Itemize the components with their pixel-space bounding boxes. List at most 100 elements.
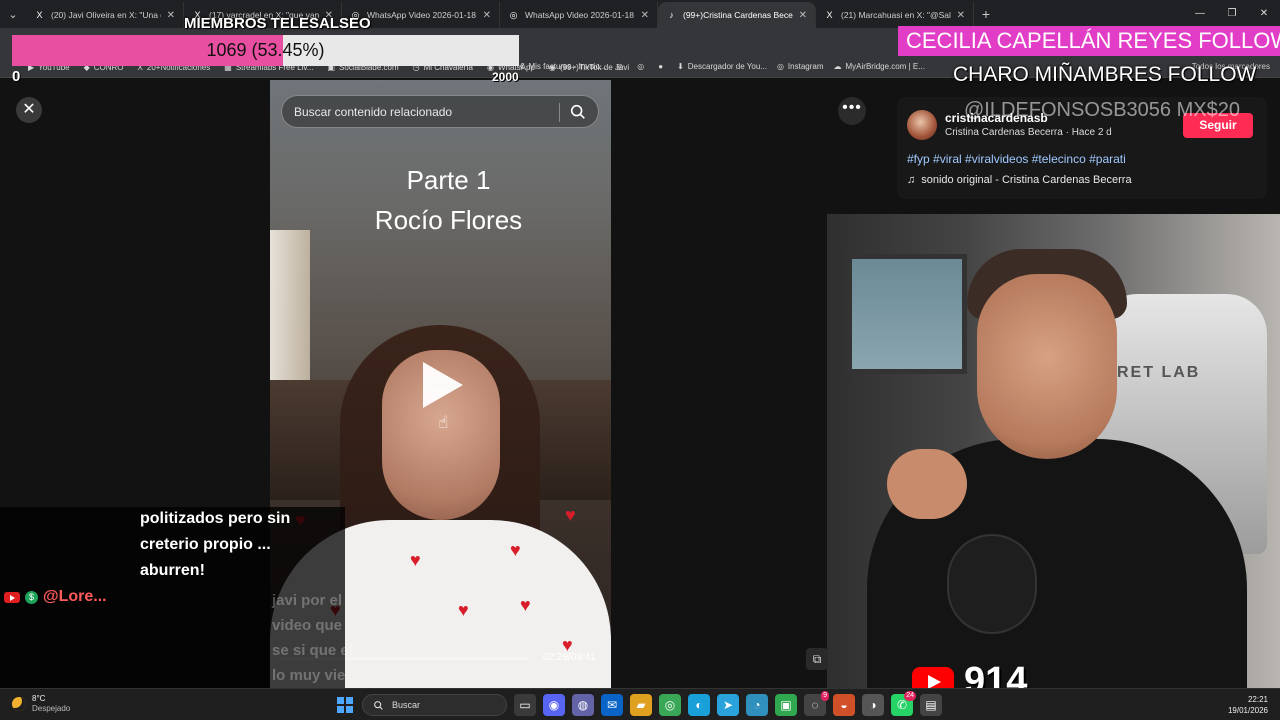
- tab-close-icon[interactable]: ✕: [641, 10, 649, 21]
- shirt-heart-icon: ♥: [565, 505, 576, 525]
- bookmark-item[interactable]: ◎ Instagram: [777, 62, 824, 71]
- bookmark-label: MyAirBridge.com | E...: [845, 62, 925, 71]
- bookmark-icon: ◎: [616, 62, 624, 71]
- taskbar-app-icon[interactable]: ◐: [688, 694, 710, 716]
- search-icon[interactable]: [569, 103, 587, 121]
- picture-in-picture-icon[interactable]: ⧉: [806, 648, 828, 670]
- app-glyph: ◍: [577, 698, 589, 712]
- browser-tab[interactable]: X (21) Marcahuasi en X: "@Salom ✕: [816, 2, 974, 28]
- browser-tab[interactable]: X (20) Javi Oliveira en X: "Una de ✕: [26, 2, 184, 28]
- taskbar-app-icon[interactable]: ◌ 9: [804, 691, 829, 716]
- taskbar-app-icon[interactable]: ➤: [717, 694, 739, 716]
- bookmarks-middle: € Mis facturas - Invoic... ◎ ◎ ● ⬇ Descargador…: [520, 62, 925, 71]
- hashtags[interactable]: #fyp #viral #viralvideos #telecinco #par…: [907, 152, 1126, 166]
- app-glyph: ◒: [840, 698, 848, 712]
- tab-favicon-icon: ◎: [509, 9, 518, 20]
- minimize-button[interactable]: —: [1184, 0, 1216, 28]
- app-glyph: ◎: [664, 698, 676, 712]
- video-time: 02:29/09:41: [543, 652, 596, 663]
- app-glyph: ✉: [606, 698, 618, 712]
- app-glyph: ◉: [548, 698, 560, 712]
- app-glyph: ◌: [811, 698, 819, 712]
- notification-badge: 24: [904, 691, 916, 701]
- music-note-icon: ♫: [907, 174, 916, 186]
- bookmark-label: Mis facturas - Invoic...: [528, 62, 607, 71]
- shirt-heart-icon: ♥: [410, 550, 421, 570]
- avatar[interactable]: [907, 110, 937, 140]
- taskbar-search[interactable]: Buscar: [362, 694, 507, 716]
- bookmark-icon: ⬇: [677, 62, 684, 71]
- tab-close-icon[interactable]: ✕: [483, 10, 491, 21]
- close-icon[interactable]: ✕: [16, 97, 42, 123]
- more-options-icon[interactable]: •••: [838, 97, 866, 125]
- moon-weather-icon: [12, 697, 26, 711]
- new-tab-button[interactable]: +: [974, 6, 998, 22]
- browser-tab[interactable]: ◎ WhatsApp Video 2026-01-18 a ✕: [500, 2, 658, 28]
- windows-start-icon[interactable]: [337, 697, 353, 713]
- shirt-heart-icon: ♥: [458, 600, 469, 620]
- taskbar-app-icon[interactable]: ✆ 24: [891, 691, 916, 716]
- app-glyph: ▤: [925, 698, 937, 712]
- video-wall-scene: [270, 230, 310, 390]
- tab-close-icon[interactable]: ✕: [167, 10, 175, 21]
- app-glyph: ▰: [636, 698, 646, 712]
- cam-person-head: [977, 274, 1117, 459]
- app-glyph: ◐: [695, 698, 703, 712]
- bookmark-item[interactable]: ◎: [616, 62, 627, 71]
- app-glyph: ▣: [780, 698, 792, 712]
- tab-search-icon[interactable]: ⌄: [0, 0, 26, 28]
- taskbar-app-icon[interactable]: ▰: [630, 694, 652, 716]
- system-clock[interactable]: 22:21 19/01/2026: [1228, 694, 1268, 716]
- author-subtitle: Cristina Cardenas Becerra · Hace 2 d: [945, 127, 1112, 138]
- chat-username: @Lore...: [43, 588, 107, 605]
- sound-row[interactable]: ♫ sonido original - Cristina Cardenas Be…: [907, 174, 1132, 186]
- bookmark-icon: ●: [658, 62, 664, 71]
- taskbar-app-icon[interactable]: ◔: [746, 694, 768, 716]
- close-window-button[interactable]: ✕: [1248, 0, 1280, 28]
- tab-list: X (20) Javi Oliveira en X: "Una de ✕ X (17) …: [26, 0, 974, 28]
- video-title-line1: Parte 1: [406, 165, 491, 195]
- app-glyph: ➤: [722, 698, 734, 712]
- browser-tab[interactable]: ♪ (99+)Cristina Cardenas Bece ✕: [658, 2, 816, 28]
- taskbar-app-icon[interactable]: ✉: [601, 694, 623, 716]
- shirt-heart-icon: ♥: [520, 595, 531, 615]
- app-glyph: ◑: [869, 698, 877, 712]
- clock-date: 19/01/2026: [1227, 706, 1268, 715]
- weather-widget[interactable]: 8°C Despejado: [12, 694, 70, 714]
- bookmark-item[interactable]: € Mis facturas - Invoic...: [520, 62, 606, 71]
- bookmark-item[interactable]: ☁ MyAirBridge.com | E...: [834, 62, 925, 71]
- taskbar-app-icon[interactable]: ◑: [862, 694, 884, 716]
- bookmark-item[interactable]: ⬇ Descargador de You...: [677, 62, 767, 71]
- tab-title: (20) Javi Oliveira en X: "Una de: [51, 10, 161, 20]
- taskbar-app-icon[interactable]: ▤: [920, 694, 942, 716]
- shirt-heart-icon: ♥: [510, 540, 521, 560]
- taskbar-apps: ▭ ◉ ◍ ✉ ▰ ◎ ◐ ➤ ◔ ▣ ◌ 9 ◒ ◑ ✆ 24 ▤: [514, 691, 942, 716]
- taskbar-app-icon[interactable]: ▭: [514, 694, 536, 716]
- bookmark-icon: ◎: [776, 62, 784, 71]
- bookmark-item[interactable]: ●: [658, 62, 667, 71]
- tab-close-icon[interactable]: ✕: [957, 10, 965, 21]
- video-overlay-title: Parte 1 Rocío Flores: [270, 160, 627, 240]
- window-controls: — ❐ ✕: [1184, 0, 1280, 28]
- goal-max: 2000: [492, 70, 519, 84]
- tab-title: (21) Marcahuasi en X: "@Salom: [841, 10, 951, 20]
- chat-message: politizados pero sin creterio propio ...…: [140, 510, 291, 579]
- maximize-button[interactable]: ❐: [1216, 0, 1248, 28]
- taskbar-app-icon[interactable]: ▣: [775, 694, 797, 716]
- taskbar-app-icon[interactable]: ◎: [659, 694, 681, 716]
- related-search-input[interactable]: Buscar contenido relacionado: [281, 95, 599, 128]
- taskbar-app-icon[interactable]: ◉: [543, 694, 565, 716]
- goal-min: 0: [12, 68, 21, 85]
- taskbar-app-icon[interactable]: ◍: [572, 694, 594, 716]
- play-icon[interactable]: [423, 362, 463, 408]
- bookmark-icon: ☁: [833, 62, 842, 71]
- follow-alert-1: CECILIA CAPELLÁN REYES FOLLOW: [898, 26, 1280, 56]
- taskbar-app-icon[interactable]: ◒: [833, 694, 855, 716]
- cam-microphone: [947, 534, 1037, 634]
- cam-chair-logo: RET LAB: [1117, 364, 1201, 381]
- follow-alert-2: CHARO MIÑAMBRES FOLLOW: [953, 63, 1257, 86]
- bookmark-item[interactable]: ◎: [637, 62, 648, 71]
- tab-close-icon[interactable]: ✕: [799, 10, 807, 21]
- goal-value: 1069 (53.45%): [206, 40, 325, 60]
- weather-desc: Despejado: [32, 704, 71, 713]
